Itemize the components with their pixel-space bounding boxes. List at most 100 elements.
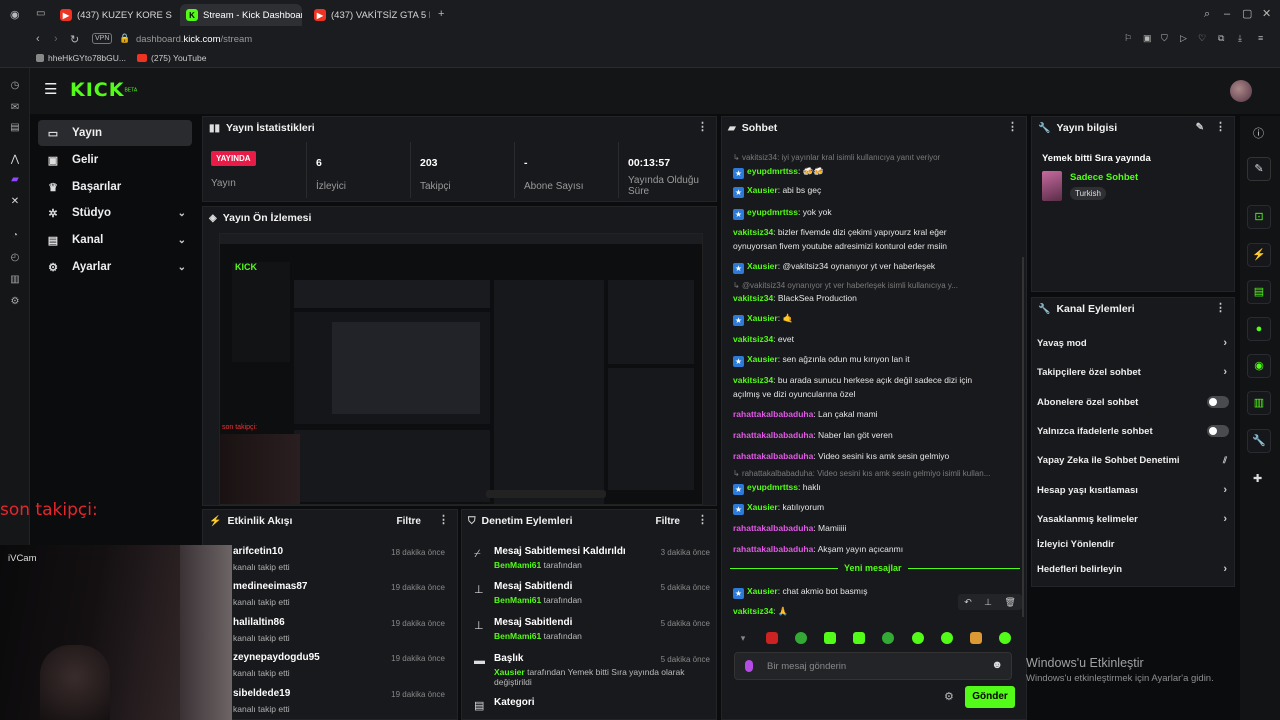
list-item[interactable]: ⊥ Mesaj Sabitlendi BenMami61 tarafından … [462,617,720,653]
list-item[interactable]: ▤ Kategori [462,697,720,720]
emote-icon[interactable] [912,632,924,644]
followers-only-row[interactable]: Takipçilere özel sohbet › [1037,364,1231,380]
more-options-icon[interactable]: ⋮ [438,515,449,526]
chat-username[interactable]: Xausier [747,313,778,323]
x-icon[interactable]: ✕ [9,196,21,208]
chat-username[interactable]: rahattakalbabaduha [733,523,813,533]
search-tabs-icon[interactable]: ⌕ [1204,8,1210,21]
chat-reply-context[interactable]: ↳ vakitsiz34: iyi yayınlar kral isimli k… [733,152,1017,164]
info-icon[interactable]: ⓘ [1253,125,1264,141]
chat-message[interactable]: oynuyorsan fivem youtube adresimizi kont… [733,240,1017,252]
vpn-badge[interactable]: VPN [92,33,113,44]
history-icon[interactable]: ◷ [9,80,21,92]
emote-icon[interactable] [970,632,982,644]
chat-username[interactable]: vakitsiz34 [733,375,773,385]
activity-filter-button[interactable]: Filtre [397,516,421,527]
moderation-filter-button[interactable]: Filtre [656,516,680,527]
emoji-icon[interactable]: ☻ [991,659,1003,671]
stats-icon[interactable]: ▥ [1247,391,1271,415]
subscribers-only-toggle[interactable] [1207,396,1229,408]
emote-icon[interactable] [795,632,807,644]
emote-icon[interactable] [766,632,778,644]
chat-message[interactable]: ★ eyupdmrttss: yok yok [733,206,1017,220]
more-options-icon[interactable]: ⋮ [1007,122,1018,133]
sidebar-item-gelir[interactable]: ▣ Gelir [38,147,192,173]
shield-icon[interactable]: ⛉ [1161,33,1168,44]
edit-icon[interactable]: ✎ [1196,122,1204,133]
pin-icon[interactable]: ⊥ [984,597,992,608]
chat-username[interactable]: Xausier [747,261,778,271]
emote-icon[interactable] [999,632,1011,644]
chat-message[interactable]: ★ Xausier: sen ağzınla odun mu kırıyon la… [733,353,1017,367]
url-field[interactable]: dashboard. kick.com/stream [136,34,252,45]
raid-row[interactable]: İzleyici Yönlendir [1037,536,1231,552]
new-tab-icon[interactable]: + [438,8,444,20]
avatar[interactable] [1230,80,1252,102]
chat-reply-context[interactable]: ↳ rahattakalbabaduha: Video sesini kıs a… [733,468,1017,480]
more-options-icon[interactable]: ⋮ [1215,122,1226,133]
chat-username[interactable]: rahattakalbabaduha [733,409,813,419]
bookmark-item[interactable]: hheHkGYto78bGU... [36,53,126,63]
chat-message[interactable]: vakitsiz34: BlackSea Production [733,292,1017,304]
twitch-icon[interactable]: ▰ [9,174,21,186]
chat-message[interactable]: rahattakalbabaduha: Akşam yayın açıcanmı [733,543,1017,555]
chat-message[interactable]: ★ eyupdmrttss: 🍻🍻 [733,165,1017,179]
lightning-icon[interactable]: ⚡ [1247,243,1271,267]
ai-moderation-row[interactable]: Yapay Zeka ile Sohbet Denetimi ⫽ [1037,452,1231,468]
chat-message[interactable]: ★ Xausier: abi bs geç [733,184,1017,198]
emote-icon[interactable] [853,632,865,644]
chevron-down-icon[interactable]: ⌄ [178,262,186,273]
reload-icon[interactable]: ↻ [70,33,79,46]
download-icon[interactable]: ⤓ [1238,33,1242,44]
chat-username[interactable]: vakitsiz34 [733,293,773,303]
wrench-icon[interactable]: 🔧 [1247,429,1271,453]
delete-icon[interactable]: 🗑 [1004,597,1015,608]
chat-username[interactable]: Xausier [747,502,778,512]
chat-username[interactable]: vakitsiz34 [733,227,773,237]
list-item[interactable]: ⌿ Mesaj Sabitlemesi Kaldırıldı BenMami61… [462,546,720,582]
microphone-icon[interactable] [745,660,753,672]
chat-message[interactable]: açılmış ve dizi oyuncularına özel [733,388,1017,400]
chat-message[interactable]: vakitsiz34: bu arada sunucu herkese açık… [733,374,1017,386]
chat-username[interactable]: Xausier [747,185,778,195]
screen-icon[interactable]: ⊡ [1247,205,1271,229]
maximize-icon[interactable]: ▢ [1242,7,1252,20]
hamburger-menu-icon[interactable]: ☰ [44,80,57,98]
clock-icon[interactable]: ◴ [9,252,21,264]
kick-logo[interactable]: KICKBETA [70,79,137,101]
category-name[interactable]: Sadece Sohbet [1070,172,1138,183]
timer-icon[interactable]: ◔ [9,230,21,242]
chat-input[interactable]: Bir mesaj gönderin ☻ [734,652,1012,680]
list-item[interactable]: arifcetin10 kanalı takip etti 18 dakika … [203,546,453,582]
more-options-icon[interactable]: ⋮ [1215,303,1226,314]
tab-kick-dashboard[interactable]: K Stream - Kick Dashboard [180,4,302,26]
account-age-row[interactable]: Hesap yaşı kısıtlaması › [1037,482,1231,498]
list-item[interactable]: medineeimas87 kanalı takip etti 19 dakik… [203,581,453,617]
chat-message[interactable]: vakitsiz34: evet [733,333,1017,345]
sidebar-item-basarilar[interactable]: ♛ Başarılar [38,174,192,200]
workspaces-icon[interactable]: ▭ [36,8,45,19]
sidebar-item-ayarlar[interactable]: ⚙ Ayarlar ⌄ [38,254,192,280]
chat-username[interactable]: eyupdmrttss [747,166,798,176]
chat-message[interactable]: rahattakalbabaduha: Lan çakal mami [733,408,1017,420]
broadcast-icon[interactable]: ◉ [1247,354,1271,378]
chat-username[interactable]: vakitsiz34 [733,334,773,344]
chat-message[interactable]: ★ Xausier: @vakitsiz34 oynanıyor yt ver h… [733,260,1017,274]
chat-username[interactable]: eyupdmrttss [747,482,798,492]
chat-username[interactable]: eyupdmrttss [747,207,798,217]
chat-username[interactable]: rahattakalbabaduha [733,451,813,461]
heart-icon[interactable]: ♡ [1198,33,1206,44]
extensions-icon[interactable]: ⧉ [1218,33,1224,44]
screenshot-icon[interactable]: ▣ [1143,33,1152,44]
chat-username[interactable]: Xausier [747,586,778,596]
add-widget-icon[interactable]: ✚ [1253,472,1262,485]
back-icon[interactable]: ‹ [36,33,40,45]
banned-words-row[interactable]: Yasaklanmış kelimeler › [1037,511,1231,527]
send-button[interactable]: Gönder [965,686,1015,708]
tab-vakitsiz-gta[interactable]: ▶ (437) VAKİTSİZ GTA 5 D [308,4,430,26]
emote-picker-icon[interactable]: ▾ [737,632,749,644]
player-icon[interactable]: ▷ [1180,33,1187,44]
document-icon[interactable]: ▤ [1247,280,1271,304]
chat-reply-context[interactable]: ↳ @vakitsiz34 oynanıyor yt ver haberleşe… [733,280,1017,292]
sidebar-item-studyo[interactable]: ✲ Stüdyo ⌄ [38,200,192,226]
